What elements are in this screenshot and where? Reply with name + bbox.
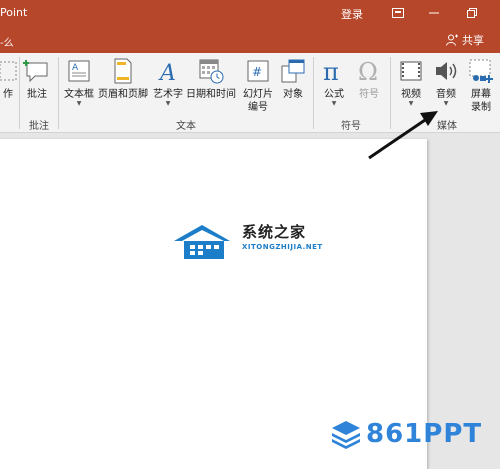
861ppt-watermark: 861PPT bbox=[330, 416, 482, 452]
ribbon-item-label: 页眉和页脚 bbox=[98, 89, 148, 100]
ribbon-item-label: 作 bbox=[3, 89, 13, 100]
brand-text: 861PPT bbox=[366, 419, 483, 449]
textbox-icon: A bbox=[65, 57, 93, 85]
equation-icon: π bbox=[320, 57, 348, 85]
chevron-down-icon: ▼ bbox=[408, 100, 414, 107]
header-footer-button[interactable]: 页眉和页脚 bbox=[98, 57, 148, 101]
video-button[interactable]: 视频 ▼ bbox=[397, 57, 425, 107]
ribbon-item-label: 批注 bbox=[27, 89, 47, 100]
slide-number-button[interactable]: # 幻灯片 编号 bbox=[243, 57, 273, 114]
slide-number-icon: # bbox=[244, 57, 272, 85]
restore-icon[interactable] bbox=[463, 4, 481, 22]
chevron-down-icon: ▼ bbox=[76, 100, 82, 107]
ribbon-item-label: 屏幕 录制 bbox=[471, 89, 491, 113]
comment-button[interactable]: 批注 bbox=[23, 57, 51, 101]
wordart-button[interactable]: A 艺术字 ▼ bbox=[153, 57, 183, 107]
audio-button[interactable]: 音频 ▼ bbox=[432, 57, 460, 107]
svg-text:#: # bbox=[252, 65, 262, 79]
ribbon-item-label: 符号 bbox=[359, 89, 379, 100]
comment-icon bbox=[23, 57, 51, 85]
tab-row: -么 共享 bbox=[0, 27, 500, 53]
chevron-down-icon: ▼ bbox=[165, 100, 171, 107]
title-bar: Point 登录 bbox=[0, 0, 500, 27]
ribbon-item-label: 幻灯片 编号 bbox=[243, 89, 273, 113]
svg-text:Ω: Ω bbox=[358, 58, 378, 84]
tab-fragment[interactable]: -么 bbox=[0, 34, 14, 49]
login-button[interactable]: 登录 bbox=[341, 6, 363, 22]
symbol-button[interactable]: Ω 符号 bbox=[355, 57, 383, 101]
layers-icon bbox=[332, 421, 360, 449]
share-button[interactable]: 共享 bbox=[446, 32, 484, 48]
group-separator bbox=[19, 57, 20, 129]
logo-en-text: XITONGZHIJIA.NET bbox=[242, 243, 323, 251]
ribbon-insert: 作 批注 批注 A 文本框 ▼ 页眉和页脚 A 艺术字 ▼ 日期和时间 # 幻灯… bbox=[0, 53, 500, 133]
datetime-button[interactable]: 日期和时间 bbox=[186, 57, 236, 101]
share-label: 共享 bbox=[462, 34, 484, 47]
object-icon bbox=[279, 57, 307, 85]
svg-text:A: A bbox=[72, 63, 79, 73]
wordart-icon: A bbox=[154, 57, 182, 85]
group-label-comments: 批注 bbox=[29, 121, 49, 132]
group-separator bbox=[390, 57, 391, 129]
chevron-down-icon: ▼ bbox=[331, 100, 337, 107]
svg-text:A: A bbox=[158, 61, 176, 83]
screen-recording-button[interactable]: 屏幕 录制 bbox=[467, 57, 495, 114]
ribbon-display-options-icon[interactable] bbox=[389, 4, 407, 22]
datetime-icon bbox=[197, 57, 225, 85]
group-label-symbols: 符号 bbox=[341, 121, 361, 132]
app-title: Point bbox=[0, 6, 28, 19]
object-button[interactable]: 对象 bbox=[279, 57, 307, 101]
group-label-text: 文本 bbox=[176, 121, 196, 132]
video-icon bbox=[397, 57, 425, 85]
xitongzhijia-watermark: 系统之家 XITONGZHIJIA.NET bbox=[172, 219, 332, 269]
group-separator bbox=[58, 57, 59, 129]
house-logo-icon bbox=[174, 225, 230, 259]
chevron-down-icon: ▼ bbox=[443, 100, 449, 107]
person-icon bbox=[446, 34, 458, 46]
group-separator bbox=[313, 57, 314, 129]
omega-icon: Ω bbox=[355, 57, 383, 85]
textbox-button[interactable]: A 文本框 ▼ bbox=[64, 57, 94, 107]
group-label-media: 媒体 bbox=[437, 121, 457, 132]
ribbon-item-label: 日期和时间 bbox=[186, 89, 236, 100]
screen-recording-icon bbox=[467, 57, 495, 85]
svg-text:π: π bbox=[323, 58, 339, 84]
speaker-icon bbox=[432, 57, 460, 85]
minimize-icon[interactable] bbox=[425, 4, 443, 22]
equation-button[interactable]: π 公式 ▼ bbox=[320, 57, 348, 107]
ribbon-item-label: 对象 bbox=[283, 89, 303, 100]
logo-cn-text: 系统之家 bbox=[242, 223, 307, 241]
header-footer-icon bbox=[109, 57, 137, 85]
